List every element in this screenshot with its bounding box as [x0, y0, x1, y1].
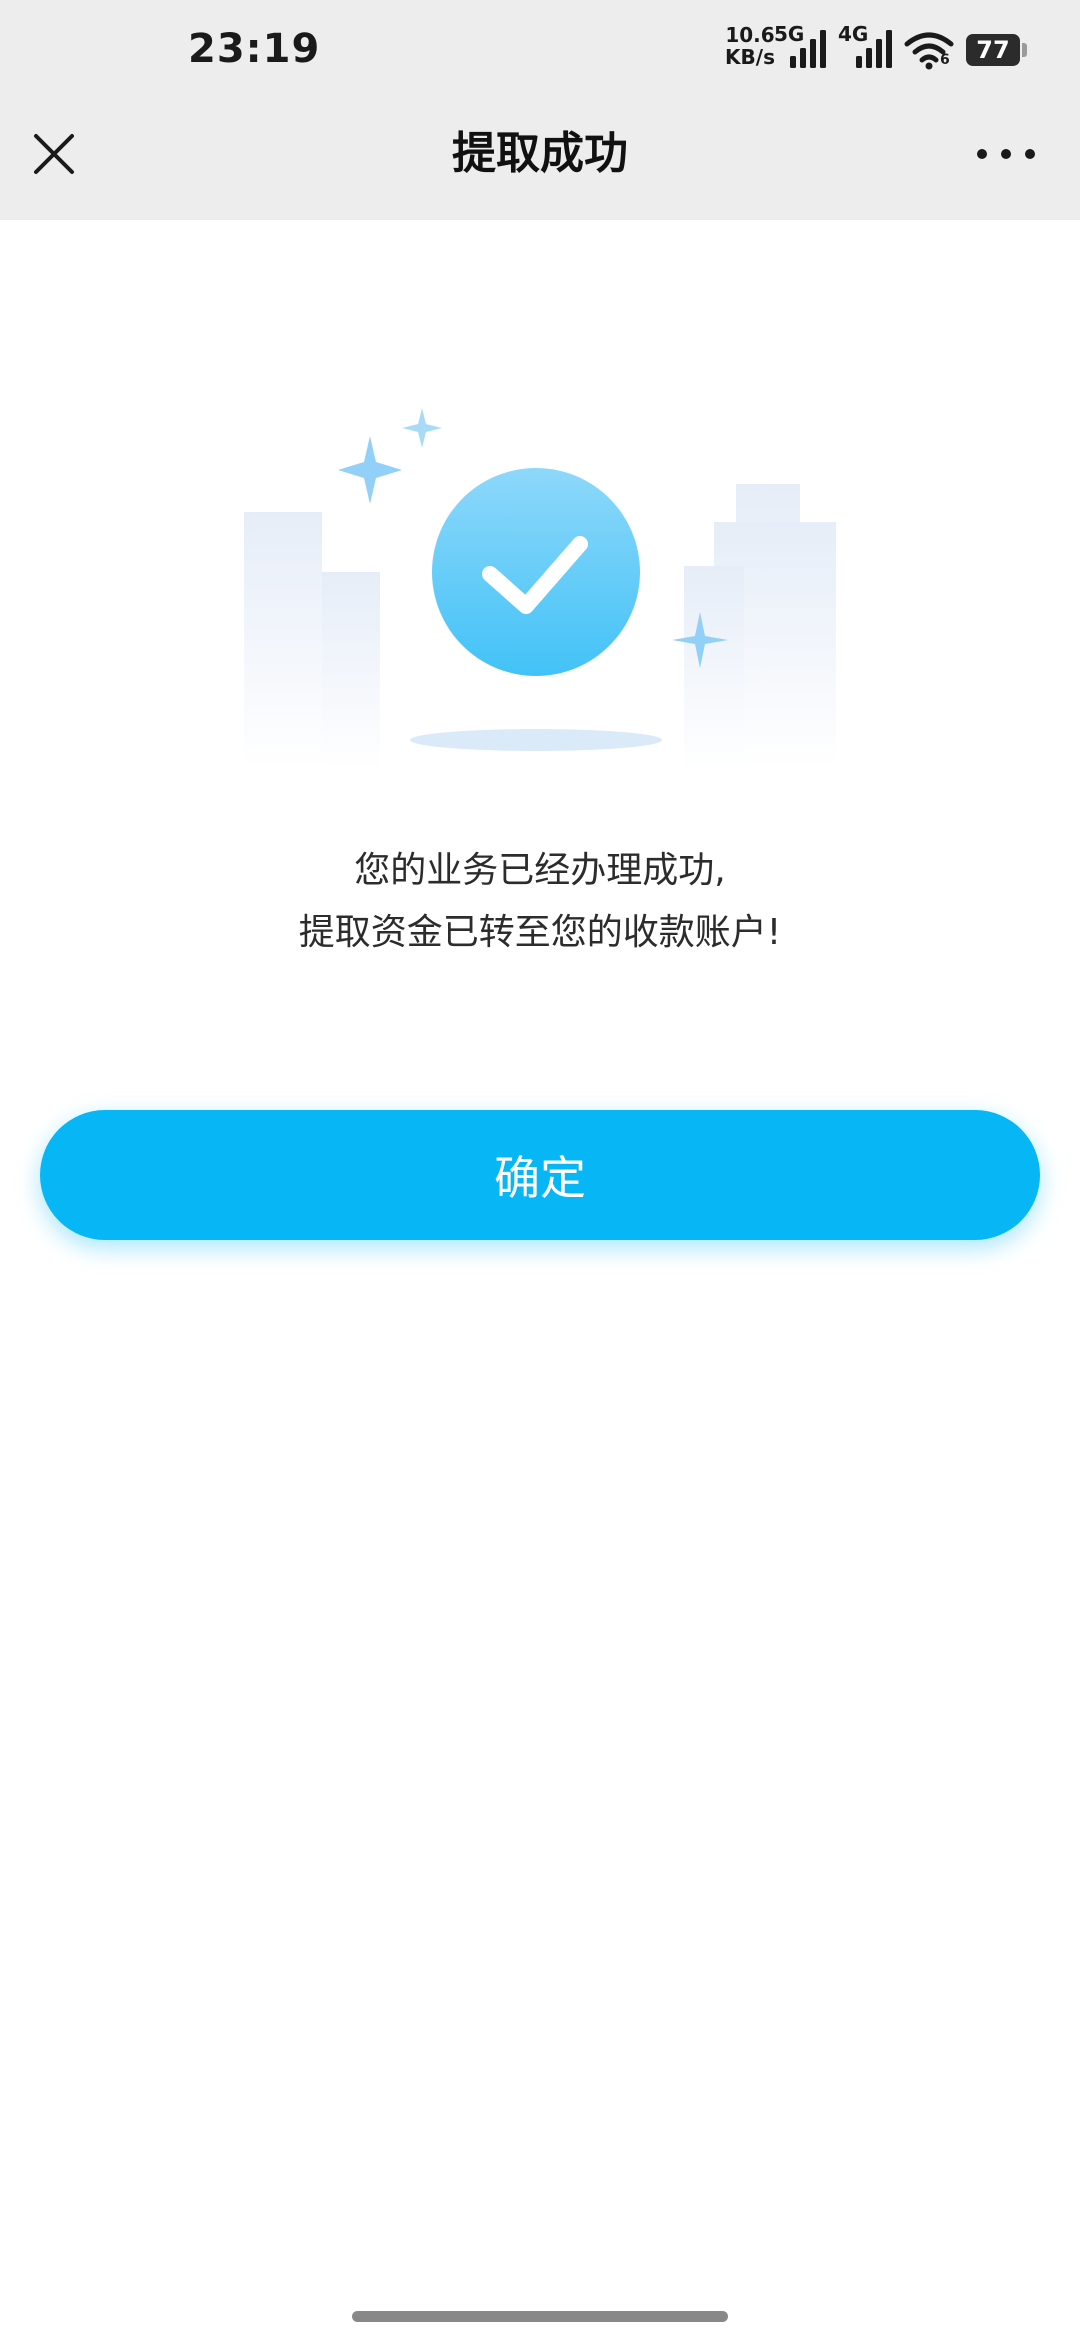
wifi-sub-label: 6 — [940, 52, 950, 68]
message-line-1: 您的业务已经办理成功, — [354, 850, 726, 891]
sparkle-icon — [402, 408, 442, 448]
battery-icon: 77 — [966, 34, 1020, 66]
network-speed: 10.6 KB/s — [720, 24, 780, 68]
signal-5g-icon — [790, 30, 826, 68]
top-bar-background: 23:19 10.6 KB/s 5G 4G 6 77 提取成功 — [0, 0, 1080, 220]
home-indicator[interactable] — [352, 2311, 728, 2322]
building-left-icon — [244, 512, 380, 770]
close-icon — [34, 134, 74, 174]
battery-tip — [1022, 43, 1027, 57]
network-speed-unit: KB/s — [725, 45, 775, 69]
confirm-button[interactable]: 确定 — [40, 1110, 1040, 1240]
shadow-ellipse — [410, 729, 662, 751]
status-time: 23:19 — [188, 26, 321, 72]
close-button[interactable] — [24, 124, 84, 184]
more-dots-icon — [977, 149, 1035, 159]
success-check-icon — [432, 468, 640, 676]
battery-level: 77 — [976, 36, 1010, 64]
sparkle-icon — [338, 436, 402, 504]
more-button[interactable] — [966, 124, 1046, 184]
network-speed-value: 10.6 — [725, 23, 775, 47]
message-line-2: 提取资金已转至您的收款账户! — [298, 912, 782, 953]
result-message: 您的业务已经办理成功, 提取资金已转至您的收款账户! — [0, 840, 1080, 964]
status-bar: 23:19 10.6 KB/s 5G 4G 6 77 — [0, 0, 1080, 100]
signal-4g-icon — [856, 30, 892, 68]
success-illustration — [230, 390, 850, 770]
page-title: 提取成功 — [452, 128, 628, 179]
nav-bar: 提取成功 — [0, 100, 1080, 220]
building-right-icon — [684, 484, 836, 770]
